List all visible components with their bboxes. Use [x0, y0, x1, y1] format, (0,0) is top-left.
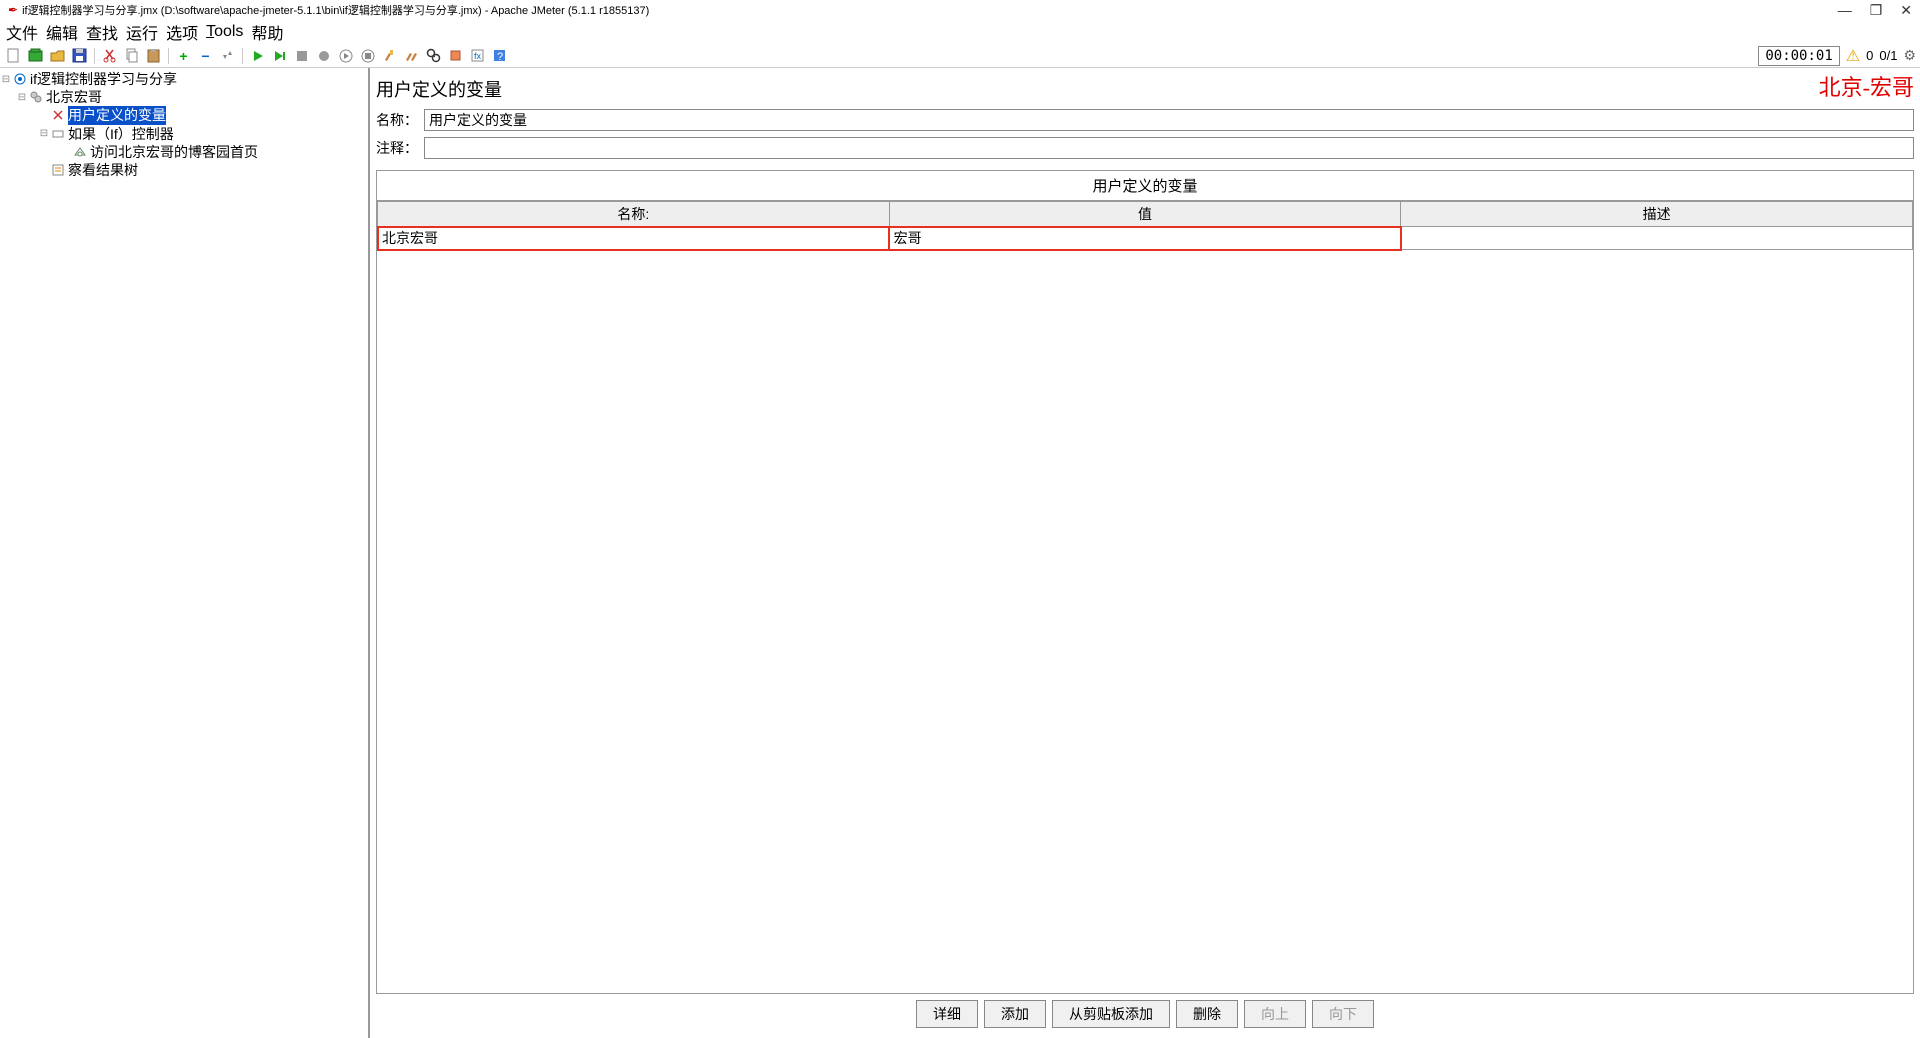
new-icon[interactable]	[4, 46, 23, 65]
cell-value[interactable]: 宏哥	[889, 227, 1401, 250]
resulttree-icon	[50, 163, 66, 177]
shutdown-icon[interactable]	[314, 46, 333, 65]
templates-icon[interactable]	[26, 46, 45, 65]
start-icon[interactable]	[248, 46, 267, 65]
cut-icon[interactable]	[100, 46, 119, 65]
window-title: if逻辑控制器学习与分享.jmx (D:\software\apache-jme…	[22, 2, 649, 18]
minimize-button[interactable]: —	[1838, 2, 1852, 19]
menu-help[interactable]: 帮助	[251, 20, 283, 44]
window-titlebar: ✒ if逻辑控制器学习与分享.jmx (D:\software\apache-j…	[0, 0, 1920, 20]
threadgroup-icon	[28, 90, 44, 104]
ifcontroller-icon	[50, 127, 66, 141]
toggle-icon[interactable]	[218, 46, 237, 65]
detail-button[interactable]: 详细	[916, 1000, 978, 1028]
variables-section-title: 用户定义的变量	[377, 171, 1913, 201]
test-plan-tree[interactable]: ⊟ if逻辑控制器学习与分享 ⊟ 北京宏哥 用户定义的变量 ⊟ 如果（If）控制…	[0, 68, 370, 1038]
expand-icon[interactable]: +	[174, 46, 193, 65]
comment-input[interactable]	[424, 137, 1914, 159]
toolbar: + − fx ? 00:00:01 ⚠ 0 0/1 ⚙	[0, 44, 1920, 68]
cell-desc[interactable]	[1401, 227, 1913, 250]
tree-thread-group[interactable]: 北京宏哥	[46, 88, 102, 106]
menu-run[interactable]: 运行	[126, 20, 158, 44]
column-desc[interactable]: 描述	[1401, 202, 1913, 227]
remote-start-icon[interactable]	[336, 46, 355, 65]
tree-http-request[interactable]: 访问北京宏哥的博客园首页	[90, 143, 258, 161]
tree-user-variables[interactable]: 用户定义的变量	[68, 106, 166, 124]
elapsed-timer: 00:00:01	[1758, 46, 1839, 66]
variables-table[interactable]: 名称: 值 描述 北京宏哥 宏哥	[377, 201, 1913, 250]
up-button[interactable]: 向上	[1244, 1000, 1306, 1028]
name-label: 名称：	[376, 110, 424, 130]
close-button[interactable]: ✕	[1900, 2, 1912, 19]
warning-icon[interactable]: ⚠	[1846, 46, 1860, 66]
tree-if-controller[interactable]: 如果（If）控制器	[68, 125, 174, 143]
tree-toggle[interactable]: ⊟	[38, 127, 50, 140]
app-icon: ✒	[8, 3, 18, 17]
stop-icon[interactable]	[292, 46, 311, 65]
menu-options[interactable]: 选项	[166, 20, 198, 44]
remote-stop-icon[interactable]	[358, 46, 377, 65]
menu-search[interactable]: 查找	[86, 20, 118, 44]
clear-icon[interactable]	[380, 46, 399, 65]
collapse-icon[interactable]: −	[196, 46, 215, 65]
save-icon[interactable]	[70, 46, 89, 65]
copy-icon[interactable]	[122, 46, 141, 65]
menubar: 文件 编辑 查找 运行 选项 Tools 帮助	[0, 20, 1920, 44]
tree-result-tree[interactable]: 察看结果树	[68, 161, 138, 179]
add-button[interactable]: 添加	[984, 1000, 1046, 1028]
gear-icon[interactable]: ⚙	[1903, 47, 1916, 64]
warning-count: 0	[1866, 48, 1873, 63]
cell-name[interactable]: 北京宏哥	[378, 227, 890, 250]
column-name[interactable]: 名称:	[378, 202, 890, 227]
search-icon[interactable]	[424, 46, 443, 65]
maximize-button[interactable]: ❐	[1870, 2, 1883, 19]
uservars-icon	[50, 108, 66, 122]
tree-test-plan[interactable]: if逻辑控制器学习与分享	[30, 70, 177, 88]
paste-icon[interactable]	[144, 46, 163, 65]
menu-tools[interactable]: Tools	[206, 23, 243, 41]
svg-text:?: ?	[497, 51, 503, 63]
testplan-icon	[12, 72, 28, 86]
panel-title: 用户定义的变量	[376, 72, 1914, 106]
delete-button[interactable]: 删除	[1176, 1000, 1238, 1028]
editor-pane: 北京-宏哥 用户定义的变量 名称： 注释： 用户定义的变量 名称: 值 描述	[370, 68, 1920, 1038]
tree-toggle[interactable]: ⊟	[0, 73, 12, 86]
start-no-timers-icon[interactable]	[270, 46, 289, 65]
tree-toggle[interactable]: ⊟	[16, 91, 28, 104]
svg-text:fx: fx	[474, 51, 482, 61]
table-buttons: 详细 添加 从剪贴板添加 删除 向上 向下	[376, 994, 1914, 1034]
function-helper-icon[interactable]: fx	[468, 46, 487, 65]
menu-file[interactable]: 文件	[6, 20, 38, 44]
open-icon[interactable]	[48, 46, 67, 65]
menu-edit[interactable]: 编辑	[46, 20, 78, 44]
clear-all-icon[interactable]	[402, 46, 421, 65]
column-value[interactable]: 值	[889, 202, 1401, 227]
add-clipboard-button[interactable]: 从剪贴板添加	[1052, 1000, 1170, 1028]
help-icon[interactable]: ?	[490, 46, 509, 65]
name-input[interactable]	[424, 109, 1914, 131]
thread-count: 0/1	[1879, 48, 1897, 63]
comment-label: 注释：	[376, 138, 424, 158]
watermark-text: 北京-宏哥	[1819, 70, 1914, 102]
down-button[interactable]: 向下	[1312, 1000, 1374, 1028]
httprequest-icon	[72, 145, 88, 159]
reset-search-icon[interactable]	[446, 46, 465, 65]
table-row[interactable]: 北京宏哥 宏哥	[378, 227, 1913, 250]
